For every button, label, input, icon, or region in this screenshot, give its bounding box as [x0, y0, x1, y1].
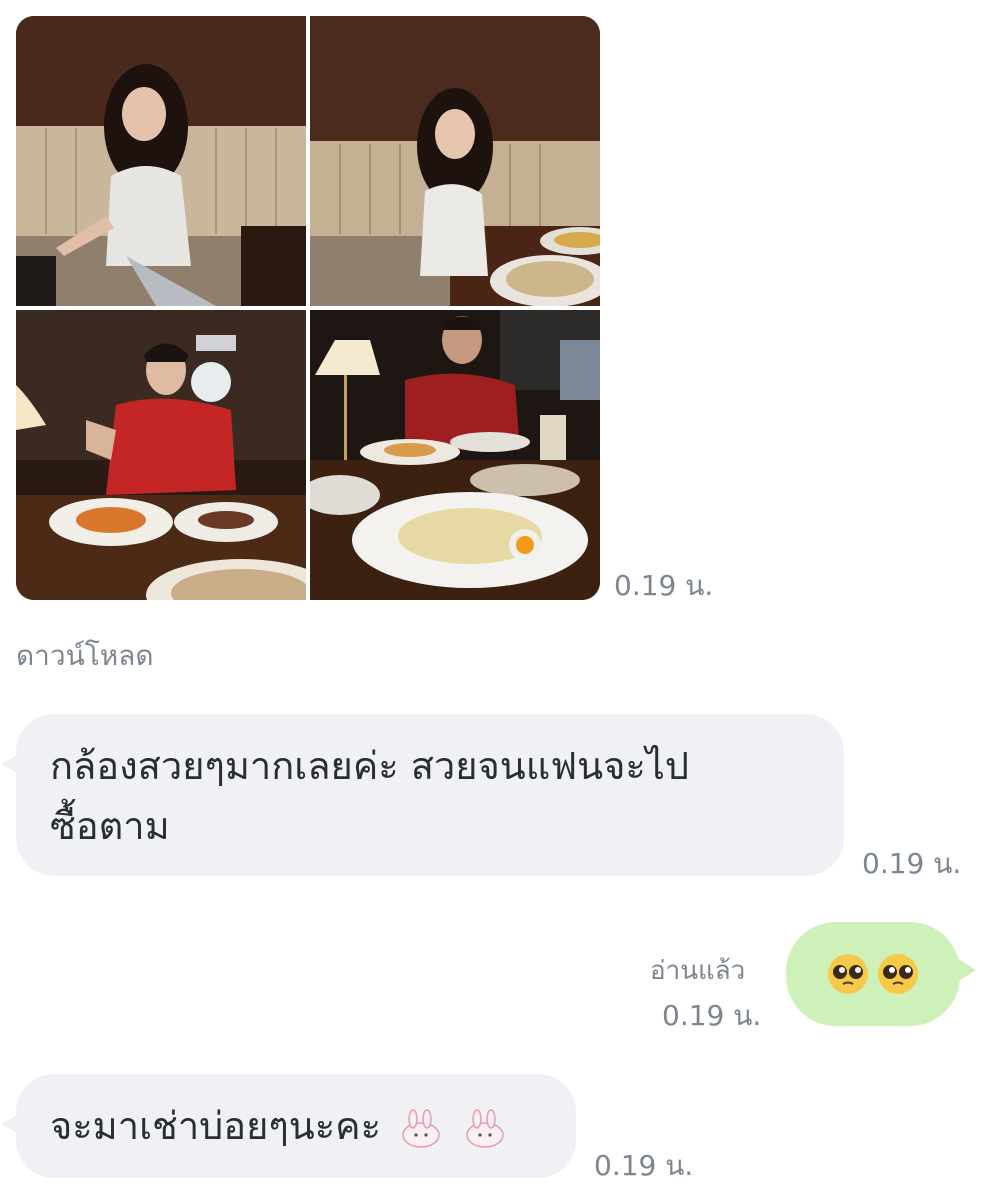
pleading-face-emoji — [828, 954, 868, 994]
photo-grid[interactable] — [16, 16, 600, 600]
received-message-bubble: จะมาเช่าบ่อยๆนะคะ — [2, 1074, 576, 1178]
message-text: กล้องสวยๆมากเลยค่ะ สวยจนแฟนจะไป — [50, 744, 690, 788]
photo-tile[interactable] — [16, 16, 306, 306]
read-receipt: อ่านแล้ว — [650, 956, 746, 986]
message-timestamp: 0.19 น. — [614, 569, 714, 602]
photo-tile[interactable] — [16, 310, 306, 600]
download-link[interactable]: ดาวน์โหลด — [16, 634, 154, 678]
sent-message-bubble — [786, 922, 976, 1026]
bunny-sticker-icon — [402, 1108, 440, 1148]
message-text: จะมาเช่าบ่อยๆนะคะ — [50, 1104, 382, 1148]
received-message-bubble: กล้องสวยๆมากเลยค่ะ สวยจนแฟนจะไป ซื้อตาม — [2, 714, 844, 876]
message-timestamp: 0.19 น. — [662, 999, 762, 1032]
photo-tile[interactable] — [310, 310, 600, 600]
message-text: ซื้อตาม — [50, 804, 170, 848]
message-timestamp: 0.19 น. — [594, 1149, 694, 1182]
message-timestamp: 0.19 น. — [862, 847, 962, 880]
pleading-face-emoji — [878, 954, 918, 994]
photo-tile[interactable] — [310, 16, 600, 306]
bunny-sticker-icon — [466, 1108, 504, 1148]
